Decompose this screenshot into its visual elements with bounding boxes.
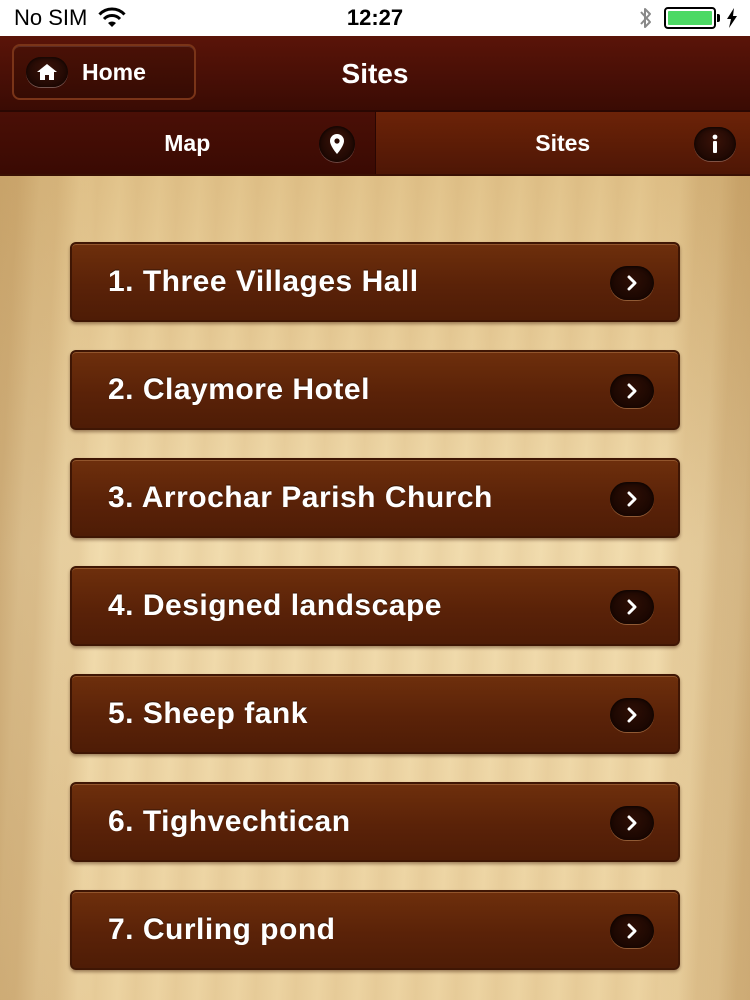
site-label: 5. Sheep fank <box>108 697 308 730</box>
battery-icon <box>664 7 720 29</box>
home-icon <box>26 57 68 87</box>
chevron-right-icon <box>610 590 654 624</box>
list-item[interactable]: 1. Three Villages Hall <box>70 242 680 322</box>
chevron-right-icon <box>610 374 654 408</box>
list-item[interactable]: 5. Sheep fank <box>70 674 680 754</box>
list-item[interactable]: 7. Curling pond <box>70 890 680 970</box>
chevron-right-icon <box>610 698 654 732</box>
site-label: 4. Designed landscape <box>108 589 442 622</box>
charging-bolt-icon <box>726 8 738 28</box>
chevron-right-icon <box>610 806 654 840</box>
site-label: 7. Curling pond <box>108 913 336 946</box>
list-item[interactable]: 6. Tighvechtican <box>70 782 680 862</box>
home-button-label: Home <box>82 58 146 85</box>
status-right <box>638 6 738 30</box>
site-label: 1. Three Villages Hall <box>108 265 419 298</box>
navigation-bar: Home Sites <box>0 36 750 112</box>
status-bar: No SIM 12:27 <box>0 0 750 36</box>
site-label: 2. Claymore Hotel <box>108 373 370 406</box>
bluetooth-icon <box>638 6 654 30</box>
tab-sites[interactable]: Sites <box>375 112 750 174</box>
status-left: No SIM <box>14 5 234 31</box>
info-icon[interactable] <box>694 127 736 161</box>
home-button[interactable]: Home <box>12 44 196 100</box>
chevron-right-icon <box>610 266 654 300</box>
site-label: 6. Tighvechtican <box>108 805 351 838</box>
sites-content: 1. Three Villages Hall 2. Claymore Hotel… <box>0 176 750 1000</box>
chevron-right-icon <box>610 914 654 948</box>
tab-map-label: Map <box>164 129 211 156</box>
wifi-icon <box>97 7 127 29</box>
tab-sites-label: Sites <box>535 129 591 156</box>
chevron-right-icon <box>610 482 654 516</box>
tab-map[interactable]: Map <box>0 112 376 174</box>
list-item[interactable]: 4. Designed landscape <box>70 566 680 646</box>
site-label: 3. Arrochar Parish Church <box>108 481 493 514</box>
location-pin-icon <box>318 126 355 162</box>
list-item[interactable]: 2. Claymore Hotel <box>70 350 680 430</box>
battery-fill <box>668 11 712 25</box>
list-item[interactable]: 3. Arrochar Parish Church <box>70 458 680 538</box>
site-list: 1. Three Villages Hall 2. Claymore Hotel… <box>70 242 680 998</box>
carrier-label: No SIM <box>14 5 88 30</box>
tab-bar: Map Sites <box>0 112 750 176</box>
